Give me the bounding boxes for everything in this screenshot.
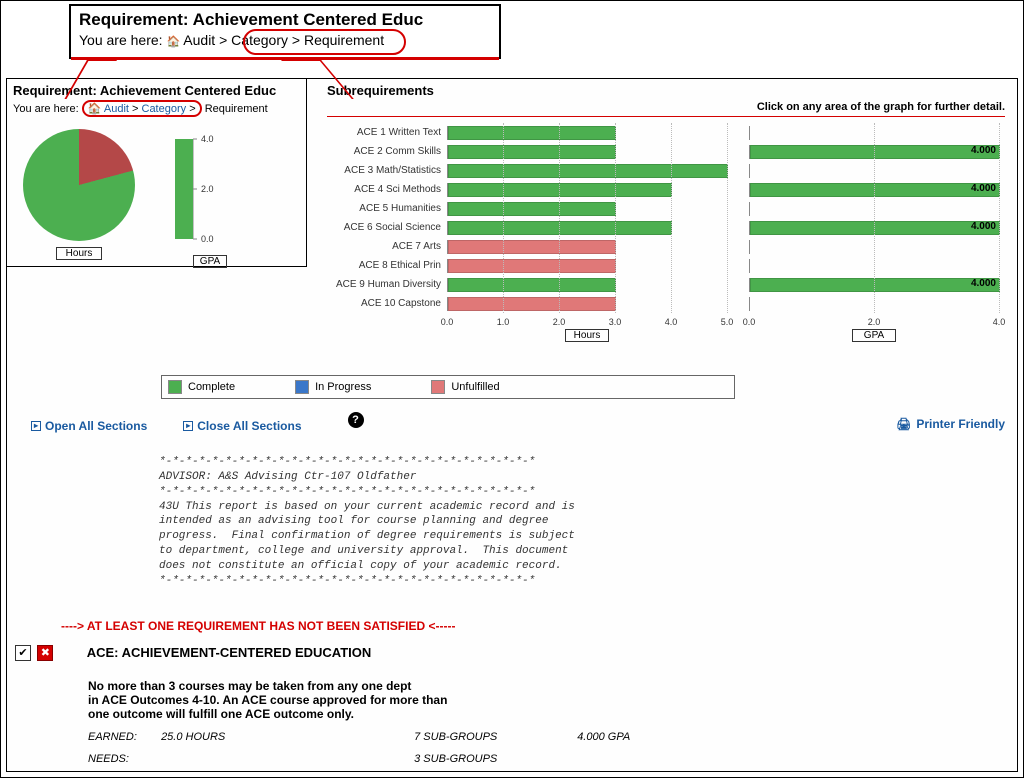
- needs-label: NEEDS:: [88, 753, 158, 765]
- swatch-green: [168, 380, 182, 394]
- highlight-circle: Audit > Category >: [82, 100, 202, 117]
- bar-label: ACE 7 Arts: [323, 241, 447, 252]
- legend-complete: Complete: [168, 380, 235, 394]
- bar-value: 4.000: [971, 221, 996, 232]
- bar-label: ACE 8 Ethical Prin: [323, 260, 447, 271]
- highlight-circle: [243, 29, 406, 55]
- bar[interactable]: [448, 278, 616, 292]
- printer-icon: [896, 417, 911, 431]
- chart-title-gpa: GPA: [193, 255, 227, 268]
- bar-label: ACE 2 Comm Skills: [323, 146, 447, 157]
- legend-unfulfilled: Unfulfilled: [431, 380, 499, 394]
- bar-value: 4.000: [971, 145, 996, 156]
- earned-label: EARNED:: [88, 731, 158, 743]
- bar[interactable]: [448, 145, 616, 159]
- earned-hours: 25.0 HOURS: [161, 731, 411, 743]
- app-root: Requirement: Achievement Centered Educ Y…: [0, 0, 1024, 778]
- section-body: No more than 3 courses may be taken from…: [88, 679, 1005, 765]
- bar[interactable]: [448, 297, 616, 311]
- axis-label-gpa: GPA: [852, 329, 896, 342]
- collapse-icon: ▸: [183, 421, 193, 431]
- bar-label: ACE 3 Math/Statistics: [323, 165, 447, 176]
- breadcrumb: You are here: Audit > Category > Require…: [13, 100, 300, 117]
- section-title: ACE: ACHIEVEMENT-CENTERED EDUCATION: [87, 645, 372, 660]
- bar[interactable]: [448, 240, 616, 254]
- expand-icon: ▸: [31, 421, 41, 431]
- page-title: Requirement: Achievement Centered Educ: [79, 10, 491, 30]
- page-title: Requirement: Achievement Centered Educ: [13, 83, 300, 98]
- bar[interactable]: [448, 202, 616, 216]
- bar-label: ACE 1 Written Text: [323, 127, 447, 138]
- earned-gpa: 4.000 GPA: [577, 731, 630, 743]
- breadcrumb-audit[interactable]: Audit: [183, 32, 215, 48]
- hours-pie-chart[interactable]: Hours: [23, 129, 135, 260]
- legend-inprogress: In Progress: [295, 380, 371, 394]
- open-all-link[interactable]: ▸Open All Sections: [31, 419, 147, 433]
- bar[interactable]: [448, 221, 672, 235]
- subrequirements-hint: Click on any area of the graph for furth…: [757, 101, 1005, 113]
- bar[interactable]: [448, 183, 672, 197]
- svg-text:2.0: 2.0: [201, 184, 214, 194]
- chart-title-hours: Hours: [56, 247, 102, 260]
- svg-text:0.0: 0.0: [201, 234, 214, 244]
- subrequirement-charts: ACE 1 Written Text ACE 2 Comm Skills ACE 3…: [323, 123, 1005, 373]
- bar-label: ACE 10 Capstone: [323, 298, 447, 309]
- requirement-summary-panel: Requirement: Achievement Centered Educ Y…: [7, 79, 307, 267]
- bar[interactable]: [448, 126, 616, 140]
- advisory-text: *-*-*-*-*-*-*-*-*-*-*-*-*-*-*-*-*-*-*-*-…: [159, 455, 575, 589]
- bar-value: 4.000: [971, 278, 996, 289]
- breadcrumb-category[interactable]: Category: [142, 103, 187, 115]
- bar-label: ACE 6 Social Science: [323, 222, 447, 233]
- hours-horizontal-chart[interactable]: ACE 1 Written Text ACE 2 Comm Skills ACE 3…: [323, 123, 733, 363]
- breadcrumb-requirement: Requirement: [205, 103, 268, 115]
- bar[interactable]: 4.000: [750, 145, 1000, 159]
- unmet-icon: ✖: [37, 645, 53, 661]
- needs-subgroups: 3 SUB-GROUPS: [414, 753, 497, 765]
- bar[interactable]: [448, 164, 728, 178]
- gpa-horizontal-chart[interactable]: 4.0004.0004.0004.0000.02.04.0GPA: [745, 123, 1003, 363]
- home-icon[interactable]: [88, 103, 102, 115]
- breadcrumb-prefix: You are here:: [13, 103, 79, 115]
- breadcrumb-audit[interactable]: Audit: [104, 103, 129, 115]
- printer-friendly-link[interactable]: Printer Friendly: [896, 417, 1005, 431]
- bar-label: ACE 4 Sci Methods: [323, 184, 447, 195]
- requirement-section: ✔ ✖ ACE: ACHIEVEMENT-CENTERED EDUCATION …: [15, 645, 1005, 765]
- help-icon[interactable]: ?: [348, 412, 364, 428]
- legend: Complete In Progress Unfulfilled: [161, 375, 735, 399]
- expand-toggle[interactable]: ✔: [15, 645, 31, 661]
- pie-graphic[interactable]: [23, 129, 135, 241]
- swatch-red: [431, 380, 445, 394]
- gpa-vertical-chart[interactable]: 4.0 2.0 0.0 GPA: [165, 129, 255, 268]
- bar-label: ACE 9 Human Diversity: [323, 279, 447, 290]
- close-all-link[interactable]: ▸Close All Sections: [183, 419, 301, 433]
- svg-text:4.0: 4.0: [201, 134, 214, 144]
- axis-label-hours: Hours: [565, 329, 609, 342]
- bar[interactable]: 4.000: [750, 221, 1000, 235]
- bar[interactable]: 4.000: [750, 278, 1000, 292]
- swatch-blue: [295, 380, 309, 394]
- bar[interactable]: 4.000: [750, 183, 1000, 197]
- bar-value: 4.000: [971, 183, 996, 194]
- breadcrumb-zoom-callout: Requirement: Achievement Centered Educ Y…: [69, 4, 501, 59]
- bar[interactable]: [448, 259, 616, 273]
- bar-label: ACE 5 Humanities: [323, 203, 447, 214]
- home-icon[interactable]: [166, 32, 180, 48]
- requirement-warning: ----> AT LEAST ONE REQUIREMENT HAS NOT B…: [61, 619, 455, 633]
- main-panel: Requirement: Achievement Centered Educ Y…: [6, 78, 1018, 772]
- breadcrumb-prefix: You are here:: [79, 32, 163, 48]
- divider: [327, 116, 1005, 117]
- highlight-underline: [71, 57, 499, 60]
- earned-subgroups: 7 SUB-GROUPS: [414, 731, 574, 743]
- controls-row: ▸Open All Sections ▸Close All Sections ?…: [31, 417, 1005, 434]
